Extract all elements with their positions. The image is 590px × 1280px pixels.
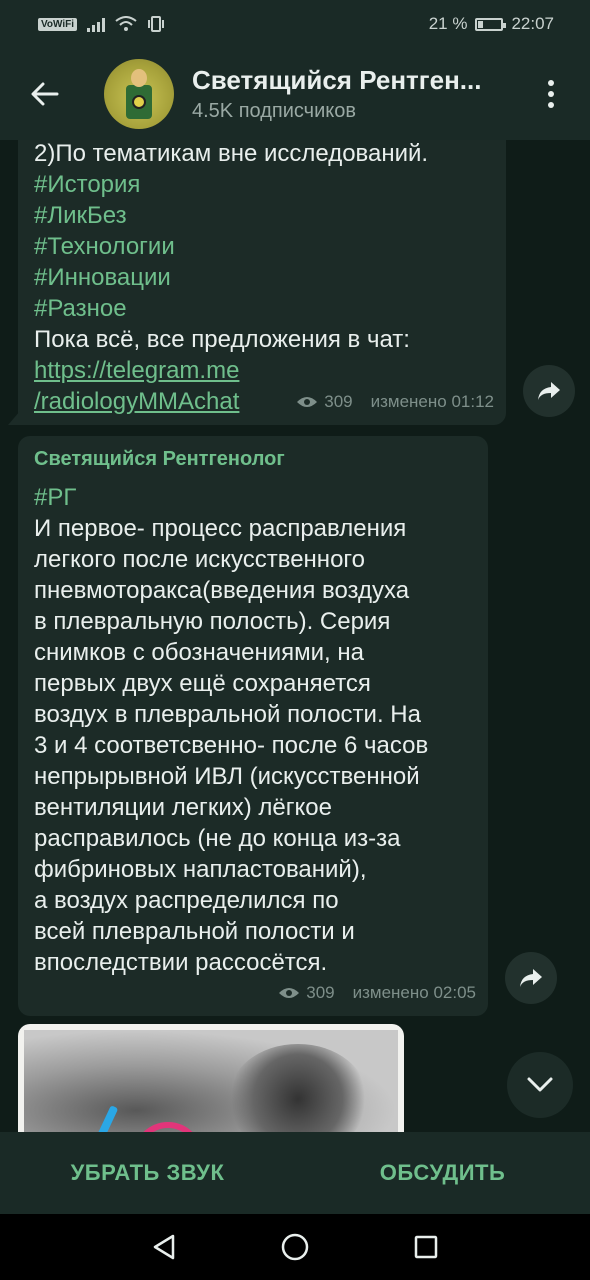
message-line: 2)По тематикам вне исследований. (34, 140, 429, 167)
sender-name[interactable]: Светящийся Рентгенолог (34, 446, 472, 472)
hashtag[interactable]: #История (34, 169, 490, 200)
message-line: вентиляции легких) лёгкое (34, 794, 332, 821)
message-line: первых двух ещё сохраняется (34, 670, 371, 697)
hashtag[interactable]: #Инновации (34, 262, 490, 293)
message-line: непрырывной ИВЛ (искусственной (34, 763, 420, 790)
channel-action-bar: УБРАТЬ ЗВУК ОБСУДИТЬ (0, 1132, 590, 1214)
message-meta: 309 изменено 01:12 (296, 386, 494, 417)
message-line: а воздух распределился по (34, 887, 339, 914)
channel-avatar[interactable] (104, 59, 174, 129)
message-line: воздух в плевральной полости. На (34, 701, 421, 728)
nav-back-icon[interactable] (151, 1233, 177, 1261)
message-line: в плевральную полость). Серия (34, 608, 391, 635)
clock: 22:07 (511, 14, 554, 33)
mute-button[interactable]: УБРАТЬ ЗВУК (0, 1160, 295, 1186)
vibrate-icon (148, 16, 165, 32)
battery-icon (475, 17, 507, 31)
nav-home-icon[interactable] (280, 1232, 310, 1262)
chat-link[interactable]: https://telegram.me (34, 355, 490, 386)
hashtag[interactable]: #РГ (34, 482, 472, 513)
hashtag[interactable]: #Разное (34, 293, 490, 324)
wifi-icon (115, 16, 137, 31)
message-line: всей плевральной полости и (34, 918, 355, 945)
system-nav-bar (0, 1214, 590, 1280)
vowifi-badge: VoWiFi (38, 17, 78, 31)
message-line: фибриновых напластований), (34, 856, 367, 883)
hashtag[interactable]: #Технологии (34, 231, 490, 262)
view-count: 309 (306, 983, 335, 1002)
discuss-button[interactable]: ОБСУДИТЬ (295, 1160, 590, 1186)
nav-recents-icon[interactable] (413, 1234, 439, 1260)
message-line: И первое- процесс расправления (34, 515, 407, 542)
channel-info[interactable]: Светящийся Рентген... 4.5K подписчиков (192, 65, 526, 123)
chevron-down-icon (527, 1077, 553, 1092)
more-vert-icon (548, 80, 554, 86)
eye-icon (279, 987, 300, 998)
scroll-down-button[interactable] (507, 1052, 573, 1118)
share-button[interactable] (523, 365, 575, 417)
signal-icon (87, 16, 106, 32)
message-line: снимков с обозначениями, на (34, 639, 364, 666)
channel-header: Светящийся Рентген... 4.5K подписчиков (0, 48, 590, 140)
share-icon (538, 382, 560, 400)
share-button[interactable] (505, 952, 557, 1004)
status-bar: VoWiFi 21 % 22:07 (0, 0, 590, 48)
eye-icon (297, 396, 318, 407)
more-options-button[interactable] (526, 48, 576, 140)
channel-title: Светящийся Рентген... (192, 65, 482, 95)
back-arrow-icon (31, 82, 59, 106)
message-line: 3 и 4 соответсвенно- после 6 часов (34, 732, 429, 759)
share-icon (520, 969, 542, 987)
back-button[interactable] (0, 48, 90, 140)
message-line: расправилось (не до конца из-за (34, 825, 401, 852)
message-meta: 309 изменено 02:05 (278, 977, 476, 1008)
message-line: пневмоторакса(введения воздуха (34, 577, 410, 604)
xray-image[interactable] (18, 1024, 404, 1132)
subscriber-count: 4.5K подписчиков (192, 100, 356, 122)
message-line: впоследствии рассосётся. (34, 949, 328, 976)
edited-time: изменено 02:05 (352, 983, 476, 1002)
hashtag[interactable]: #ЛикБез (34, 200, 490, 231)
battery-percent: 21 % (428, 14, 468, 33)
message-bubble[interactable]: 2)По тематикам вне исследований. #Истори… (18, 140, 506, 425)
message-list[interactable]: 2)По тематикам вне исследований. #Истори… (0, 140, 590, 1132)
message-bubble[interactable]: Светящийся Рентгенолог #РГ И первое- про… (18, 436, 488, 1016)
message-line: легкого после искусственного (34, 546, 365, 573)
edited-time: изменено 01:12 (370, 392, 494, 411)
view-count: 309 (324, 392, 353, 411)
message-line: Пока всё, все предложения в чат: (34, 326, 410, 353)
